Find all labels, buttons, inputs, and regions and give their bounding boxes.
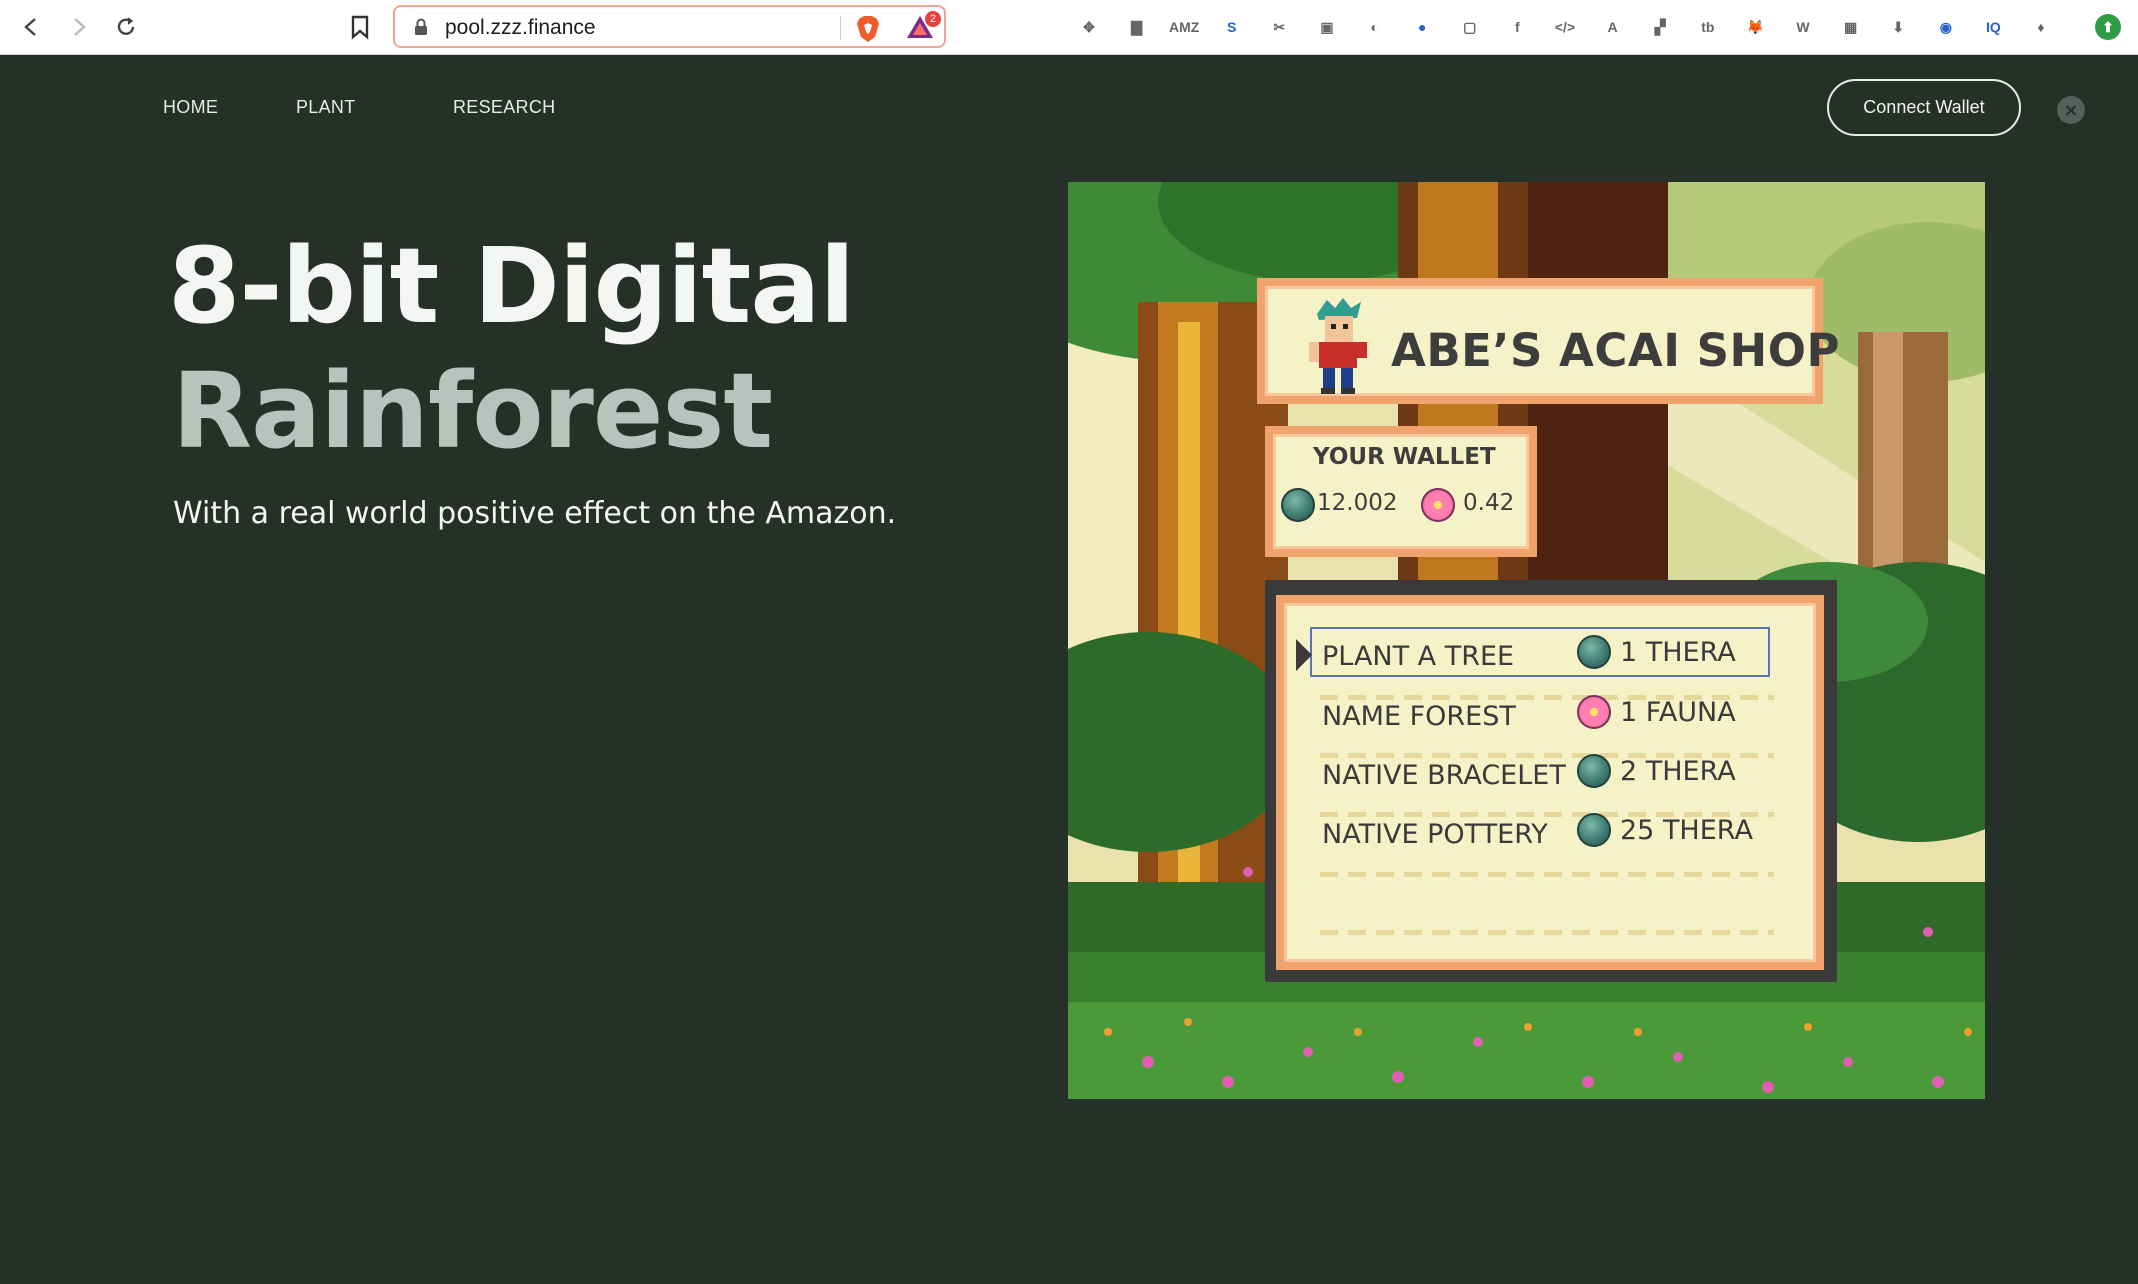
menu-item-name-forest[interactable]: NAME FOREST 1 FAUNA (1322, 695, 1772, 739)
brave-rewards-button[interactable]: 2 (905, 11, 941, 43)
wikipedia-icon[interactable]: W (1790, 14, 1816, 40)
wallet-label: YOUR WALLET (1313, 444, 1496, 470)
nav-research-link[interactable]: RESEARCH (453, 97, 555, 118)
browser-toolbar: pool.zzz.finance 2 ✥ ▇ AMZ S ✂ ▣ ◐ ● ▢ f </> A ▞ tb 🦊 W… (0, 0, 2138, 55)
facebook-icon[interactable]: f (1504, 14, 1530, 40)
hero-subtitle: With a real world positive effect on the… (173, 496, 897, 531)
shopkeeper-character-icon (1309, 298, 1367, 394)
bar-chart-icon[interactable]: ▇ (1124, 14, 1150, 40)
brave-shield-icon[interactable] (855, 15, 881, 43)
iq-icon[interactable]: IQ (1980, 14, 2006, 40)
menu-item-native-pottery[interactable]: NATIVE POTTERY 25 THERA (1322, 813, 1772, 857)
nav-home-link[interactable]: HOME (163, 97, 218, 118)
menu-item-name: NAME FOREST (1322, 701, 1516, 732)
puzzle-icon[interactable]: ▞ (1647, 14, 1673, 40)
cursor-arrow-icon (1296, 639, 1312, 671)
ethereum-icon[interactable]: ♦ (2028, 14, 2054, 40)
menu-item-price: 1 THERA (1620, 637, 1736, 668)
fauna-flower-icon (1577, 695, 1611, 729)
menu-item-name: PLANT A TREE (1322, 641, 1515, 672)
menu-item-plant-a-tree[interactable]: PLANT A TREE 1 THERA (1322, 635, 1772, 679)
thera-coin-icon (1577, 754, 1611, 788)
back-icon (24, 18, 36, 36)
fauna-balance: 0.42 (1463, 490, 1515, 516)
download-icon[interactable]: ⬇ (1885, 14, 1911, 40)
reload-button[interactable] (111, 12, 141, 42)
menu-item-native-bracelet[interactable]: NATIVE BRACELET 2 THERA (1322, 754, 1772, 798)
thera-coin-icon (1577, 813, 1611, 847)
grid-icon[interactable]: ▦ (1838, 14, 1864, 40)
url-text[interactable]: pool.zzz.finance (445, 16, 596, 40)
hero-title-line1: 8-bit Digital (168, 225, 855, 347)
shop-menu-panel: PLANT A TREE 1 THERA NAME FOREST 1 FAUNA… (1276, 595, 1824, 970)
bookmark-button[interactable] (348, 13, 372, 41)
forward-button[interactable] (64, 12, 94, 42)
map-icon[interactable]: ▣ (1314, 14, 1340, 40)
wallet-panel: YOUR WALLET 12.002 0.42 (1265, 426, 1537, 557)
tb-icon[interactable]: tb (1695, 14, 1721, 40)
connect-wallet-button[interactable]: Connect Wallet (1827, 79, 2021, 136)
menu-item-price: 1 FAUNA (1620, 697, 1736, 728)
nav-plant-link[interactable]: PLANT (296, 97, 356, 118)
fauna-flower-icon (1421, 488, 1455, 522)
lock-icon (415, 18, 427, 35)
reload-icon (117, 17, 135, 35)
shop-title-panel: ABE’S ACAI SHOP (1257, 278, 1839, 404)
move-icon[interactable]: ✥ (1076, 14, 1102, 40)
s-extension-icon[interactable]: S (1219, 14, 1245, 40)
divider (1320, 930, 1774, 935)
forward-icon (74, 18, 86, 36)
hero-title-line2: Rainforest (172, 350, 773, 472)
game-scene: ABE’S ACAI SHOP YOUR WALLET 12.002 0.42 … (1068, 182, 1985, 1099)
shop-title: ABE’S ACAI SHOP (1391, 324, 1840, 377)
divider (1320, 872, 1774, 877)
opensea-icon[interactable]: ◉ (1933, 14, 1959, 40)
drop-icon[interactable]: ◐ (1362, 14, 1388, 40)
rewards-badge: 2 (925, 11, 941, 27)
blue-circle-icon[interactable]: ● (1409, 14, 1435, 40)
thera-balance: 12.002 (1317, 490, 1398, 516)
thera-coin-icon (1577, 635, 1611, 669)
code-icon[interactable]: </> (1552, 14, 1578, 40)
menu-item-price: 25 THERA (1620, 815, 1753, 846)
address-bar[interactable]: pool.zzz.finance 2 (393, 5, 946, 48)
menu-item-name: NATIVE POTTERY (1322, 819, 1548, 850)
divider (840, 16, 841, 40)
menu-item-price: 2 THERA (1620, 756, 1736, 787)
translate-icon[interactable]: A (1600, 14, 1626, 40)
metamask-fox-icon[interactable]: 🦊 (1742, 14, 1768, 40)
scissors-icon[interactable]: ✂ (1266, 14, 1292, 40)
back-button[interactable] (16, 12, 46, 42)
thera-coin-icon (1281, 488, 1315, 522)
amazon-icon[interactable]: AMZ (1169, 14, 1199, 40)
menu-item-name: NATIVE BRACELET (1322, 760, 1566, 791)
close-icon[interactable]: × (2057, 96, 2085, 124)
update-icon[interactable]: ⬆ (2095, 14, 2121, 40)
screen-icon[interactable]: ▢ (1457, 14, 1483, 40)
bookmark-icon (351, 15, 369, 40)
